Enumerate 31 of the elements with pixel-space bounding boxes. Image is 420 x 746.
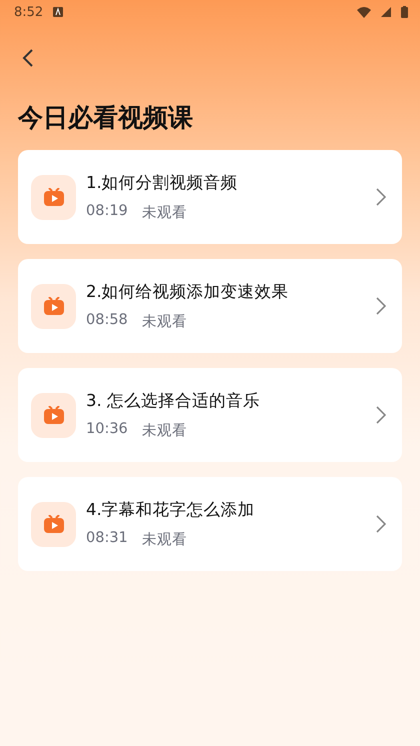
chevron-right-icon xyxy=(376,188,386,206)
lesson-title: 4.字幕和花字怎么添加 xyxy=(86,499,255,521)
lesson-duration: 08:31 xyxy=(86,530,128,548)
lesson-duration: 08:19 xyxy=(86,203,128,221)
video-icon xyxy=(31,392,76,438)
watch-status: 未观看 xyxy=(142,313,187,331)
lesson-card[interactable]: 1.如何分割视频音频 08:19 未观看 xyxy=(18,150,402,244)
chevron-right-icon xyxy=(376,515,386,533)
lesson-title: 2.如何给视频添加变速效果 xyxy=(86,281,289,303)
lesson-duration: 08:58 xyxy=(86,312,128,330)
status-time: 8:52 xyxy=(14,4,44,20)
lesson-title: 3. 怎么选择合适的音乐 xyxy=(86,390,260,412)
watch-status: 未观看 xyxy=(142,422,187,440)
lesson-card[interactable]: 2.如何给视频添加变速效果 08:58 未观看 xyxy=(18,259,402,353)
battery-icon xyxy=(401,6,408,18)
watch-status: 未观看 xyxy=(142,531,187,549)
notification-icon xyxy=(53,7,64,17)
chevron-left-icon xyxy=(22,48,34,68)
signal-icon xyxy=(381,7,391,17)
page-title: 今日必看视频课 xyxy=(18,102,193,134)
video-icon xyxy=(31,174,76,220)
lesson-card[interactable]: 4.字幕和花字怎么添加 08:31 未观看 xyxy=(18,477,402,571)
lesson-card[interactable]: 3. 怎么选择合适的音乐 10:36 未观看 xyxy=(18,368,402,462)
watch-status: 未观看 xyxy=(142,204,187,222)
chevron-right-icon xyxy=(376,297,386,315)
chevron-right-icon xyxy=(376,406,386,424)
lesson-title: 1.如何分割视频音频 xyxy=(86,172,238,194)
video-icon xyxy=(31,284,76,328)
video-icon xyxy=(31,502,76,546)
wifi-icon xyxy=(357,6,371,18)
lesson-duration: 10:36 xyxy=(86,421,128,439)
